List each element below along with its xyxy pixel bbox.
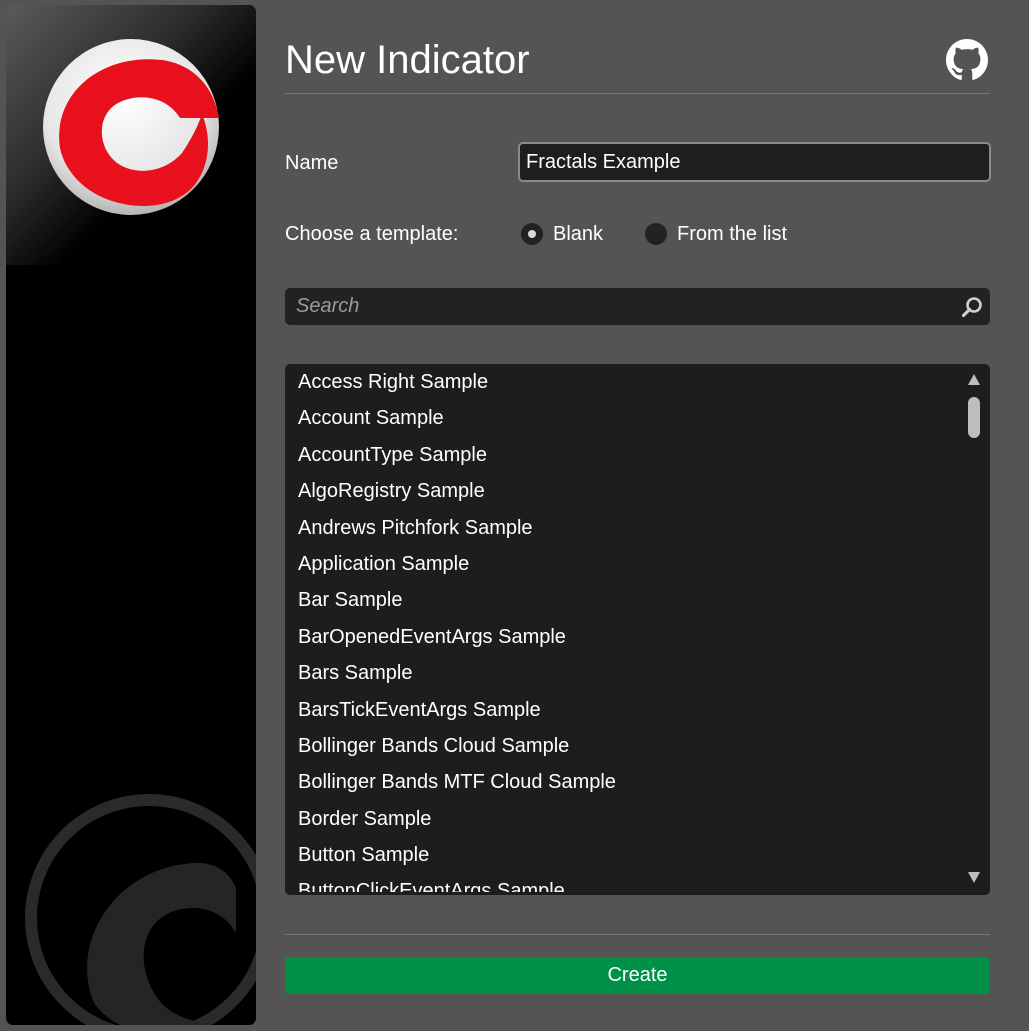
list-item[interactable]: Account Sample bbox=[285, 400, 957, 436]
create-button[interactable]: Create bbox=[285, 957, 990, 994]
list-item[interactable]: Andrews Pitchfork Sample bbox=[285, 510, 957, 546]
main-panel: New Indicator Name Choose a template: Bl… bbox=[285, 0, 991, 1031]
list-item[interactable]: BarOpenedEventArgs Sample bbox=[285, 619, 957, 655]
list-item[interactable]: AccountType Sample bbox=[285, 437, 957, 473]
name-label: Name bbox=[285, 152, 339, 174]
page-title: New Indicator bbox=[285, 38, 530, 82]
divider bbox=[285, 934, 990, 935]
side-banner bbox=[6, 5, 256, 1025]
list-item[interactable]: BarsTickEventArgs Sample bbox=[285, 692, 957, 728]
cbot-logo-icon bbox=[43, 39, 220, 215]
search-input[interactable] bbox=[285, 288, 945, 325]
header: New Indicator bbox=[285, 34, 990, 94]
triangle-up-icon[interactable] bbox=[968, 374, 980, 385]
list-item[interactable]: Access Right Sample bbox=[285, 364, 957, 400]
radio-checked-icon[interactable] bbox=[521, 223, 543, 245]
name-field[interactable] bbox=[518, 142, 991, 182]
cbot-watermark-icon bbox=[25, 794, 256, 1025]
search-icon[interactable] bbox=[960, 295, 984, 319]
template-list: Access Right Sample Account Sample Accou… bbox=[285, 364, 990, 895]
list-item[interactable]: AlgoRegistry Sample bbox=[285, 473, 957, 509]
radio-blank[interactable]: Blank bbox=[521, 222, 603, 246]
template-list-items: Access Right Sample Account Sample Accou… bbox=[285, 364, 957, 892]
scroll-thumb[interactable] bbox=[968, 397, 980, 438]
list-item[interactable]: Border Sample bbox=[285, 801, 957, 837]
list-item[interactable]: Bars Sample bbox=[285, 655, 957, 691]
list-item[interactable]: Application Sample bbox=[285, 546, 957, 582]
list-item[interactable]: Bollinger Bands MTF Cloud Sample bbox=[285, 764, 957, 800]
list-item[interactable]: Button Sample bbox=[285, 837, 957, 873]
list-item[interactable]: Bollinger Bands Cloud Sample bbox=[285, 728, 957, 764]
list-scrollbar[interactable] bbox=[958, 364, 990, 895]
radio-unchecked-icon[interactable] bbox=[645, 223, 667, 245]
radio-blank-label: Blank bbox=[553, 223, 604, 245]
triangle-down-icon[interactable] bbox=[968, 872, 980, 883]
search-box bbox=[285, 288, 990, 325]
radio-from-list[interactable]: From the list bbox=[645, 222, 787, 246]
list-item[interactable]: ButtonClickEventArgs Sample bbox=[285, 873, 957, 892]
list-item[interactable]: Bar Sample bbox=[285, 582, 957, 618]
new-indicator-window: New Indicator Name Choose a template: Bl… bbox=[0, 0, 1029, 1031]
template-label: Choose a template: bbox=[285, 223, 459, 245]
radio-from-list-label: From the list bbox=[677, 223, 788, 245]
github-icon[interactable] bbox=[946, 39, 988, 81]
